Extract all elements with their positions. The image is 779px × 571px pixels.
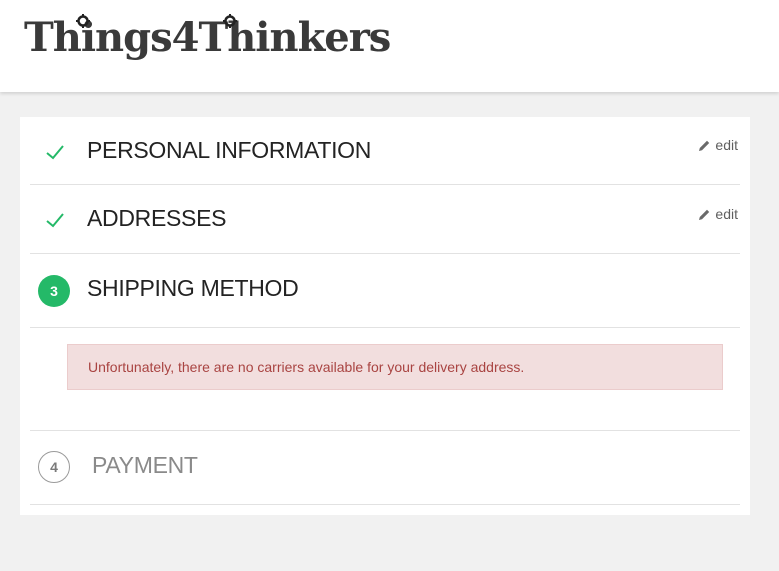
step-personal-information[interactable]: PERSONAL INFORMATION edit xyxy=(30,117,740,185)
edit-label: edit xyxy=(715,137,738,153)
site-header: Things4Thinkers xyxy=(0,0,779,92)
pencil-icon xyxy=(699,140,710,151)
step-number-badge: 3 xyxy=(38,275,70,307)
step-title: SHIPPING METHOD xyxy=(87,275,299,301)
no-carriers-alert: Unfortunately, there are no carriers ava… xyxy=(67,344,723,390)
step-payment[interactable]: 4 PAYMENT xyxy=(30,431,740,505)
step-addresses[interactable]: ADDRESSES edit xyxy=(30,185,740,254)
step-title: PAYMENT xyxy=(92,452,198,478)
gear-icon xyxy=(223,14,237,28)
edit-addresses-link[interactable]: edit xyxy=(698,206,738,222)
check-icon xyxy=(46,145,64,160)
check-icon xyxy=(46,213,64,228)
edit-label: edit xyxy=(715,206,738,222)
step-shipping-method[interactable]: 3 SHIPPING METHOD xyxy=(30,254,740,328)
checkout-card: PERSONAL INFORMATION edit ADDRESSES edit… xyxy=(20,117,750,515)
step-title: PERSONAL INFORMATION xyxy=(87,137,372,163)
gear-icon xyxy=(76,14,90,28)
brand-logo[interactable]: Things4Thinkers xyxy=(24,10,391,66)
step-number-badge: 4 xyxy=(38,451,70,483)
edit-personal-information-link[interactable]: edit xyxy=(698,137,738,153)
step-title: ADDRESSES xyxy=(87,205,227,231)
alert-message: Unfortunately, there are no carriers ava… xyxy=(88,359,525,375)
pencil-icon xyxy=(699,209,710,220)
